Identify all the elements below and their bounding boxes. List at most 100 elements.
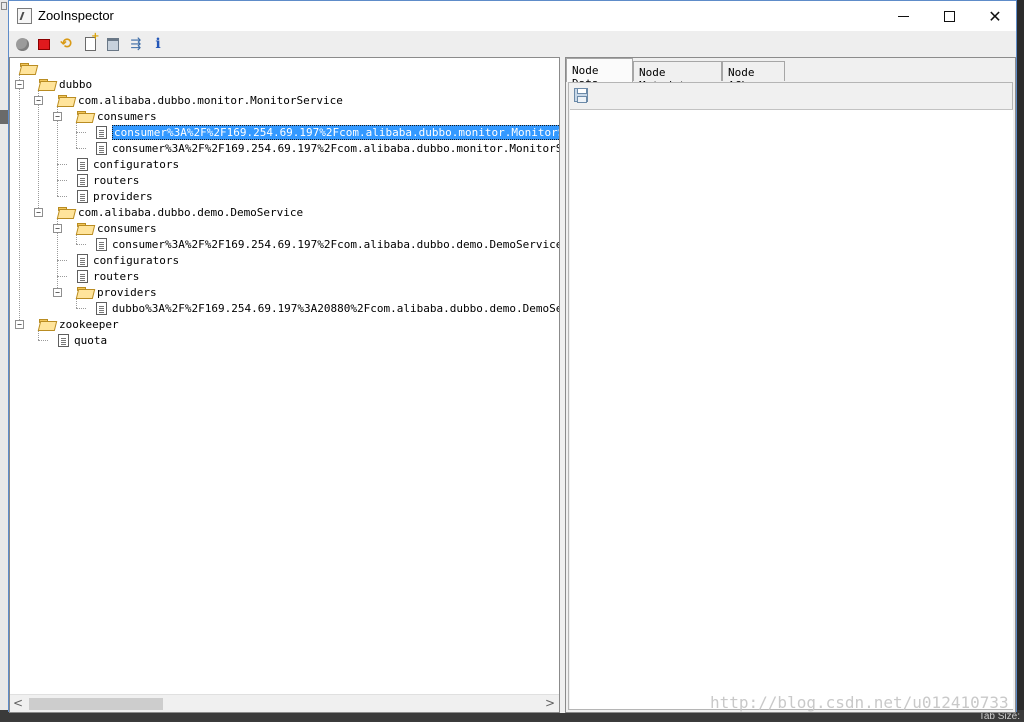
- zooinspector-window: ZooInspector ✕ ⟲ ⇶ i − dubbo − com.alibaba.…: [8, 0, 1017, 713]
- node-data-editor[interactable]: http://blog.csdn.net/u012410733: [570, 109, 1013, 712]
- background-glyph: [0, 110, 8, 124]
- tree-node[interactable]: consumer%3A%2F%2F169.254.69.197%2Fcom.al…: [96, 236, 559, 252]
- node-viewers-button[interactable]: ⇶: [127, 35, 145, 53]
- about-button[interactable]: i: [149, 35, 167, 53]
- folder-icon: [58, 206, 75, 218]
- tree-node-label: dubbo%3A%2F%2F169.254.69.197%3A20880%2Fc…: [112, 301, 559, 315]
- tree-expander-icon[interactable]: −: [53, 112, 62, 121]
- file-icon: [58, 333, 69, 347]
- tree-connector: [76, 308, 86, 309]
- minimize-button[interactable]: [880, 1, 926, 31]
- maximize-button[interactable]: [926, 1, 972, 31]
- tree-connector: [38, 90, 39, 212]
- tree-node-label: routers: [93, 269, 140, 283]
- tree-node-label: configurators: [93, 253, 180, 267]
- tree-expander-icon[interactable]: −: [15, 320, 24, 329]
- horizontal-scrollbar[interactable]: < >: [10, 694, 559, 712]
- tree-node[interactable]: providers: [77, 284, 157, 300]
- folder-icon: [77, 110, 94, 122]
- scroll-right-icon[interactable]: >: [545, 696, 555, 710]
- tree-connector: [57, 276, 67, 277]
- znode-tree[interactable]: − dubbo − com.alibaba.dubbo.monitor.Monitor…: [10, 58, 559, 694]
- info-icon: i: [155, 36, 161, 52]
- tree-node[interactable]: routers: [77, 268, 139, 284]
- disconnect-icon: [38, 38, 50, 50]
- tree-connector: [19, 74, 20, 324]
- window-title: ZooInspector: [38, 8, 114, 23]
- scroll-left-icon[interactable]: <: [13, 696, 23, 710]
- tree-node-label: providers: [97, 285, 157, 299]
- app-icon: [17, 8, 32, 24]
- file-icon: [77, 157, 88, 171]
- tree-node[interactable]: consumers: [77, 108, 157, 124]
- folder-icon: [39, 78, 56, 90]
- tree-connector: [76, 148, 86, 149]
- tree-node[interactable]: dubbo: [39, 76, 92, 92]
- tree-connector: [76, 244, 86, 245]
- file-icon: [77, 189, 88, 203]
- viewer-tabs: Node Data Node Metadata Node ACLs: [566, 58, 1015, 92]
- maximize-icon: [943, 10, 955, 22]
- tree-node-label: com.alibaba.dubbo.demo.DemoService: [78, 205, 304, 219]
- tree-node-label: routers: [93, 173, 140, 187]
- tree-connector: [57, 196, 67, 197]
- tree-node[interactable]: [20, 60, 40, 76]
- watermark: http://blog.csdn.net/u012410733: [710, 693, 1009, 712]
- node-viewer-panel: Node Data Node Metadata Node ACLs http:/…: [565, 57, 1016, 713]
- tree-node[interactable]: providers: [77, 188, 153, 204]
- tree-node[interactable]: consumers: [77, 220, 157, 236]
- connect-button[interactable]: [13, 35, 31, 53]
- tree-expander-icon[interactable]: −: [34, 96, 43, 105]
- tree-node[interactable]: dubbo%3A%2F%2F169.254.69.197%3A20880%2Fc…: [96, 300, 559, 316]
- refresh-button[interactable]: ⟲: [57, 35, 75, 53]
- disconnect-button[interactable]: [35, 35, 53, 53]
- tree-connector: [57, 180, 67, 181]
- close-button[interactable]: ✕: [972, 1, 1018, 31]
- background-window-right: [1017, 0, 1024, 721]
- tree-node[interactable]: consumer%3A%2F%2F169.254.69.197%2Fcom.al…: [96, 140, 559, 156]
- tree-node-label: providers: [93, 189, 153, 203]
- tree-connector: [38, 340, 48, 341]
- background-window-left: [0, 0, 8, 721]
- tree-node[interactable]: com.alibaba.dubbo.demo.DemoService: [58, 204, 303, 220]
- save-icon[interactable]: [574, 88, 588, 103]
- tree-expander-icon[interactable]: −: [34, 208, 43, 217]
- tree-node[interactable]: configurators: [77, 156, 179, 172]
- file-icon: [96, 141, 107, 155]
- scrollbar-thumb[interactable]: [29, 698, 163, 710]
- tree-node[interactable]: zookeeper: [39, 316, 119, 332]
- minimize-icon: [897, 15, 909, 17]
- delete-node-icon: [107, 37, 119, 51]
- delete-node-button[interactable]: [104, 35, 122, 53]
- file-icon: [77, 269, 88, 283]
- tree-node[interactable]: quota: [58, 332, 107, 348]
- close-icon: ✕: [988, 6, 1002, 26]
- tree-connector: [76, 132, 86, 133]
- file-icon: [77, 173, 88, 187]
- tree-node[interactable]: com.alibaba.dubbo.monitor.MonitorService: [58, 92, 343, 108]
- refresh-icon: ⟲: [60, 36, 72, 52]
- tab-node-acls[interactable]: Node ACLs: [722, 61, 785, 92]
- tree-node[interactable]: routers: [77, 172, 139, 188]
- tab-node-data[interactable]: Node Data: [566, 58, 633, 90]
- tree-panel: − dubbo − com.alibaba.dubbo.monitor.Monitor…: [9, 57, 560, 713]
- add-node-icon: [84, 31, 100, 51]
- tree-expander-icon[interactable]: −: [15, 80, 24, 89]
- tree-connector: [57, 260, 67, 261]
- file-icon: [96, 237, 107, 251]
- tree-edit-icon: ⇶: [130, 36, 142, 52]
- title-bar[interactable]: ZooInspector ✕: [9, 1, 1016, 31]
- tree-expander-icon[interactable]: −: [53, 288, 62, 297]
- tree-node-label: com.alibaba.dubbo.monitor.MonitorService: [78, 93, 343, 107]
- add-node-button[interactable]: [81, 31, 100, 53]
- tree-node[interactable]: configurators: [77, 252, 179, 268]
- tab-node-metadata[interactable]: Node Metadata: [633, 61, 722, 92]
- file-icon: [96, 301, 107, 315]
- tree-node-label: consumer%3A%2F%2F169.254.69.197%2Fcom.al…: [112, 141, 559, 155]
- folder-icon: [77, 222, 94, 234]
- folder-icon: [58, 94, 75, 106]
- folder-icon: [20, 62, 37, 74]
- tree-expander-icon[interactable]: −: [53, 224, 62, 233]
- tree-node[interactable]: consumer%3A%2F%2F169.254.69.197%2Fcom.al…: [96, 124, 559, 140]
- tree-node-label: quota: [74, 333, 108, 347]
